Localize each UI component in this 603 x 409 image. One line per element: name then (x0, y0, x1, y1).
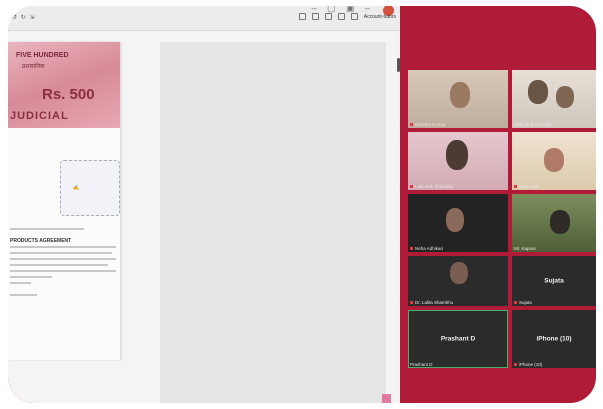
corner-marker (382, 394, 391, 403)
document-body (10, 224, 116, 300)
video-tile[interactable]: Dr. Lalita Shambhu (408, 256, 508, 306)
draw-icon[interactable] (337, 13, 345, 20)
participant-video (544, 148, 564, 172)
participant-name: Prashant D (410, 362, 433, 367)
video-tile[interactable]: Subodh & Arunesh (512, 70, 596, 128)
participant-placeholder: Prashant D (440, 335, 476, 343)
stamp-paper-header: FIVE HUNDRED प्रशासनिक Rs. 500 JUDICIAL (8, 42, 120, 128)
stamp-line-2: प्रशासनिक (22, 64, 45, 70)
participant-name: Dr. Lalita Shambhu (410, 300, 453, 305)
participant-video (550, 210, 570, 234)
participant-name: Sujata (514, 300, 532, 305)
video-tile[interactable]: iPhone (10) iPhone (10) (512, 310, 596, 368)
document-toolbar: ↺ ↻ ⇲ – ▢ ▣ – Account-tutors (8, 6, 400, 31)
participant-video (528, 80, 548, 104)
mic-muted-icon (410, 185, 413, 189)
video-tile[interactable]: Gautam Kumar (408, 70, 508, 128)
participant-video (450, 82, 470, 108)
search-icon[interactable] (298, 13, 306, 20)
video-tile[interactable]: Sujata Sujata (512, 256, 596, 306)
page-canvas (160, 42, 386, 403)
mic-muted-icon (514, 363, 517, 367)
stamp-line-1: FIVE HUNDRED (16, 52, 69, 59)
participant-name: Mr. Kapoor (514, 246, 537, 251)
participant-video (446, 140, 468, 170)
document-page: FIVE HUNDRED प्रशासनिक Rs. 500 JUDICIAL … (8, 42, 120, 360)
stamp-text: JUDICIAL (10, 110, 69, 122)
participant-video (556, 86, 574, 108)
participant-name: iPhone (10) (514, 362, 542, 367)
mic-muted-icon (410, 247, 413, 251)
share-icon[interactable] (350, 13, 358, 20)
mic-muted-icon (410, 301, 413, 305)
participant-video (446, 208, 464, 232)
video-tile[interactable]: Neha Adhikari (408, 194, 508, 252)
document-viewer: ↺ ↻ ⇲ – ▢ ▣ – Account-tutors FIVE HUNDRE… (8, 6, 400, 403)
participant-name: Lalit Alok Shambhu (410, 184, 454, 189)
signature-stamp: ✍ (60, 160, 120, 216)
highlight-icon[interactable] (324, 13, 332, 20)
participant-video (450, 262, 468, 284)
mic-muted-icon (410, 123, 413, 127)
history-controls[interactable]: ↺ ↻ ⇲ (12, 14, 35, 21)
video-grid: Gautam Kumar Subodh & Arunesh Lalit Alok… (408, 68, 596, 372)
screen-frame: ↺ ↻ ⇲ – ▢ ▣ – Account-tutors FIVE HUNDRE… (8, 6, 596, 403)
participant-placeholder: Sujata (544, 277, 564, 285)
video-tile[interactable]: Mr. Kapoor (512, 194, 596, 252)
account-label[interactable]: Account-tutors (364, 14, 396, 20)
scrollbar[interactable] (397, 58, 400, 72)
stamp-amount: Rs. 500 (42, 86, 95, 103)
participant-name: Gautam Kumar (410, 122, 446, 127)
mic-muted-icon (514, 301, 517, 305)
mic-muted-icon (514, 185, 517, 189)
video-tile[interactable]: Kiran Jain (512, 132, 596, 190)
video-tile-active-speaker[interactable]: Prashant D Prashant D (408, 310, 508, 368)
participant-name: Kiran Jain (514, 184, 539, 189)
comment-icon[interactable] (311, 13, 319, 20)
participant-placeholder: iPhone (10) (536, 335, 572, 343)
participant-name: Neha Adhikari (410, 246, 443, 251)
video-tile[interactable]: Lalit Alok Shambhu (408, 132, 508, 190)
participant-name: Subodh & Arunesh (514, 122, 552, 127)
